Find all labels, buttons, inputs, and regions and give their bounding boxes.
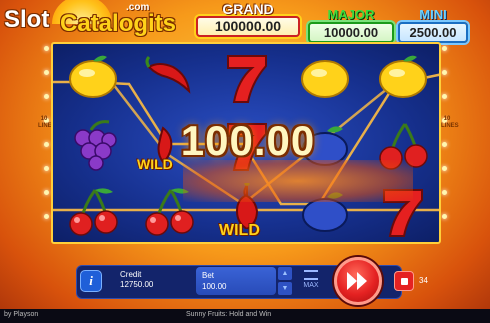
line-indicators-left — [44, 46, 50, 246]
bet-stepper: ▲ ▼ — [278, 267, 292, 295]
footer-bar: by Playson Sunny Fruits: Hold and Win — [0, 309, 490, 323]
line-indicators-right — [442, 46, 448, 246]
bet-decrease-button[interactable]: ▼ — [278, 282, 292, 295]
spin-button[interactable] — [334, 257, 382, 305]
bet-increase-button[interactable]: ▲ — [278, 267, 292, 280]
bet-label: Bet — [202, 271, 215, 280]
autoplay-count: 34 — [419, 276, 428, 285]
game-title: Sunny Fruits: Hold and Win — [186, 311, 272, 318]
win-amount: 100.00 — [180, 117, 316, 164]
jackpot-major-value: 10000.00 — [308, 22, 394, 43]
symbol-chili — [131, 46, 207, 110]
max-bet-button[interactable]: MAX — [298, 267, 324, 295]
autoplay-stop-button[interactable] — [394, 271, 414, 291]
reels-area: WILD WILD 100.00 — [51, 42, 441, 244]
jackpot-grand: GRAND 100000.00 — [196, 2, 300, 37]
bet-value: 100.00 — [202, 282, 227, 291]
jackpot-mini-value: 2500.00 — [398, 22, 468, 43]
wild-label: WILD — [219, 222, 260, 239]
symbol-lemon — [365, 46, 439, 110]
jackpot-grand-value: 100000.00 — [196, 16, 300, 37]
logo-text-slot: Slot — [4, 6, 50, 33]
symbol-lemon — [287, 46, 363, 110]
logo-text-catalog: Catalogits — [60, 10, 177, 37]
symbol-cherries — [55, 180, 131, 242]
coins-icon — [304, 270, 318, 280]
game-logo: Slot Catalogits .com — [4, 0, 176, 38]
logo-text-com: .com — [126, 2, 150, 13]
lines-label-right: 10 LINES — [441, 116, 459, 129]
credit-display: Credit 12750.00 — [120, 270, 153, 290]
provider-label: by Playson — [4, 311, 39, 318]
jackpot-mini-label: MINI — [419, 7, 447, 22]
symbol-lemon — [55, 46, 131, 110]
info-button[interactable]: i — [80, 270, 102, 292]
symbol-seven — [209, 46, 285, 110]
jackpot-grand-label: GRAND — [222, 1, 274, 17]
jackpot-mini: MINI 2500.00 — [398, 8, 468, 43]
credit-value: 12750.00 — [120, 280, 154, 289]
fast-forward-icon — [347, 272, 367, 290]
credit-label: Credit — [120, 270, 142, 279]
jackpot-major-label: MAJOR — [327, 7, 375, 22]
jackpot-major: MAJOR 10000.00 — [308, 8, 394, 43]
max-bet-label: MAX — [303, 282, 319, 289]
bet-display: Bet 100.00 — [196, 267, 276, 295]
lines-label-left: 10 LINES — [38, 116, 56, 129]
